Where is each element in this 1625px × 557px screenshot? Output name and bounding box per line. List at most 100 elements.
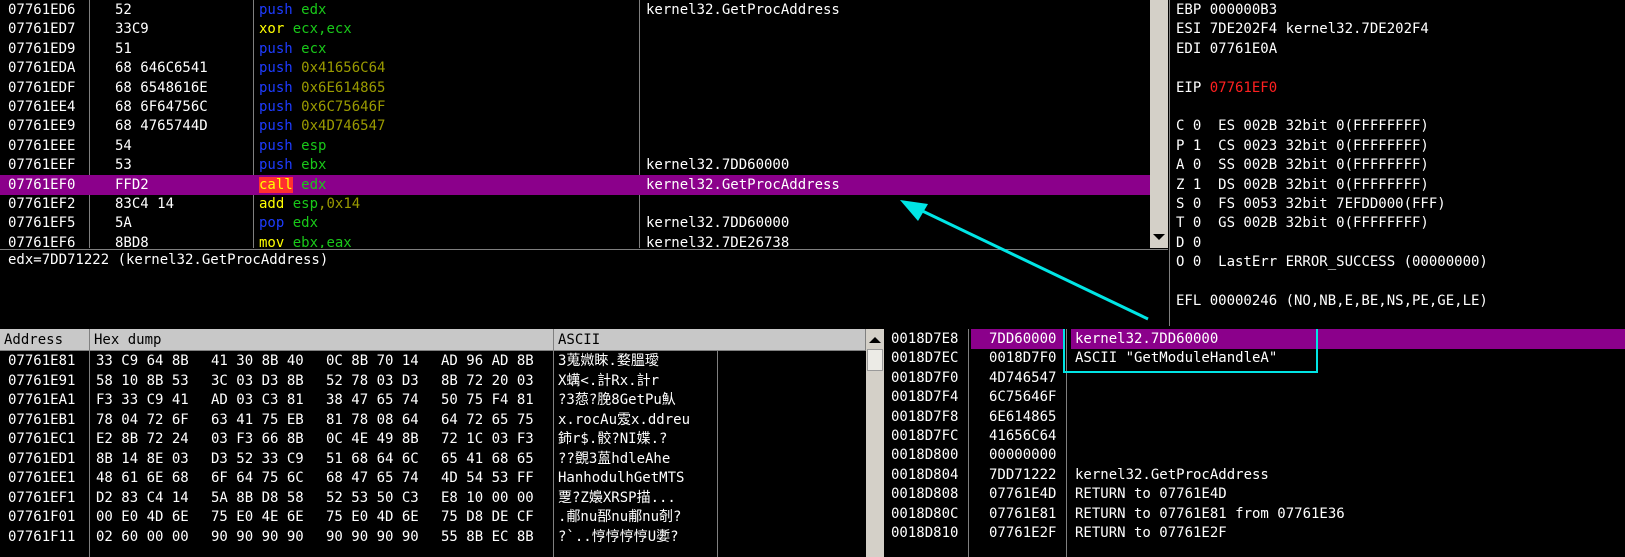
hex-group-4: 64 72 65 75: [441, 411, 534, 428]
table-row[interactable]: 07761E91 58 10 8B 53 3C 03 D3 8B 52 78 03 D…: [0, 371, 866, 391]
address-cell: 0018D808: [891, 486, 959, 503]
table-row[interactable]: 07761EF5 5A pop edx kernel32.7DD60000: [0, 213, 1150, 233]
address-cell: 0018D80C: [891, 505, 959, 522]
instruction-cell: push esp: [259, 136, 326, 156]
hex-cell: 68 4765744D: [115, 118, 208, 135]
address-cell: 07761EF0: [8, 176, 76, 193]
table-row[interactable]: 07761EF0 FFD2 call edx kernel32.GetProcAddr…: [0, 174, 1150, 195]
value-cell: 6C75646F: [989, 389, 1057, 406]
table-row[interactable]: 0018D808 07761E4D RETURN to 07761E4D: [885, 484, 1625, 504]
table-row[interactable]: 07761E81 33 C9 64 8B 41 30 8B 40 0C 8B 70 1…: [0, 351, 866, 371]
table-row[interactable]: 07761EB1 78 04 72 6F 63 41 75 EB 81 78 08 6…: [0, 410, 866, 430]
column-header-address[interactable]: Address: [0, 329, 90, 351]
table-row[interactable]: 0018D804 7DD71222 kernel32.GetProcAddress: [885, 465, 1625, 485]
disassembly-scrollbar[interactable]: [1150, 0, 1168, 248]
scroll-down-icon[interactable]: [1153, 234, 1165, 240]
register-line[interactable]: EBP 000000B3: [1176, 0, 1277, 20]
comment-cell: kernel32.GetProcAddress: [646, 2, 840, 18]
table-row[interactable]: 07761ED9 51 push ecx: [0, 39, 1150, 59]
table-row[interactable]: 0018D810 07761E2F RETURN to 07761E2F: [885, 523, 1625, 543]
table-row[interactable]: 0018D7F8 6E614865: [885, 407, 1625, 427]
address-cell: 07761E81: [8, 353, 76, 369]
table-row[interactable]: 07761EC1 E2 8B 72 24 03 F3 66 8B 0C 4E 49 8…: [0, 429, 866, 449]
hex-cell: 53: [115, 157, 132, 174]
register-line[interactable]: P 1 CS 0023 32bit 0(FFFFFFFF): [1176, 136, 1429, 156]
register-line[interactable]: C 0 ES 002B 32bit 0(FFFFFFFF): [1176, 116, 1429, 136]
stack-pane[interactable]: 0018D7E8 7DD60000 kernel32.7DD60000 0018D7E…: [885, 329, 1625, 557]
hex-group-4: 72 1C 03 F3: [441, 431, 534, 447]
register-line[interactable]: EFL 00000246 (NO,NB,E,BE,NS,PE,GE,LE): [1176, 291, 1488, 311]
dump-pane[interactable]: Address Hex dump ASCII 07761E81 33 C9 64 …: [0, 329, 866, 557]
instruction-cell: push ecx: [259, 39, 326, 59]
address-cell: 07761ED9: [8, 40, 76, 57]
column-header-ascii[interactable]: ASCII: [554, 329, 866, 351]
register-line[interactable]: D 0: [1176, 233, 1201, 253]
table-row[interactable]: 07761EDA 68 646C6541 push 0x41656C64: [0, 58, 1150, 78]
table-row[interactable]: 07761EF6 8BD8 mov ebx,eax kernel32.7DE26738: [0, 233, 1150, 248]
hex-group-1: 58 10 8B 53: [96, 372, 189, 389]
scroll-up-icon[interactable]: [869, 337, 881, 343]
hex-cell: FFD2: [115, 176, 149, 193]
address-cell: 07761EDF: [8, 79, 76, 96]
mnemonic: push: [259, 40, 293, 57]
operand: esp: [301, 137, 327, 154]
value-cell: 7DD60000: [971, 329, 1065, 349]
value-cell: 6E614865: [989, 408, 1057, 425]
hex-group-4: 55 8B EC 8B: [441, 528, 534, 545]
hex-group-2: 41 30 8B 40: [211, 353, 304, 369]
disassembly-pane[interactable]: 07761ED6 52 push edx kernel32.GetProcAddres…: [0, 0, 1150, 248]
table-row[interactable]: 0018D7F4 6C75646F: [885, 387, 1625, 407]
table-row[interactable]: 07761EEE 54 push esp: [0, 136, 1150, 156]
table-row[interactable]: 07761EE9 68 4765744D push 0x4D746547: [0, 116, 1150, 136]
value-cell: 00000000: [989, 447, 1057, 464]
hex-group-2: D3 52 33 C9: [211, 450, 304, 467]
comment-cell: kernel32.7DE26738: [646, 234, 790, 248]
ascii-cell: X蠇<.計Rx.計r: [558, 372, 660, 389]
value-cell: 41656C64: [989, 428, 1057, 444]
table-row[interactable]: 07761F01 00 E0 4D 6E 75 E0 4E 6E 75 E0 4D 6…: [0, 507, 866, 527]
table-row[interactable]: 0018D7FC 41656C64: [885, 426, 1625, 446]
table-row[interactable]: 07761ED1 8B 14 8E 03 D3 52 33 C9 51 68 64 6…: [0, 449, 866, 469]
register-line[interactable]: EDI 07761E0A: [1176, 39, 1277, 59]
ascii-cell: ??覴3蒕hdleAhe: [558, 450, 671, 467]
table-row[interactable]: 07761ED6 52 push edx kernel32.GetProcAddres…: [0, 0, 1150, 20]
register-line[interactable]: ESI 7DE202F4 kernel32.7DE202F4: [1176, 19, 1429, 39]
table-row[interactable]: 07761EEF 53 push ebx kernel32.7DD60000: [0, 155, 1150, 175]
address-cell: 07761ED6: [8, 2, 76, 18]
column-header-hex-dump[interactable]: Hex dump: [90, 329, 554, 351]
value-cell: 07761E4D: [989, 486, 1057, 503]
register-line[interactable]: Z 1 DS 002B 32bit 0(FFFFFFFF): [1176, 175, 1429, 195]
table-row[interactable]: 0018D800 00000000: [885, 445, 1625, 465]
table-row[interactable]: 07761EF2 83C4 14 add esp,0x14: [0, 194, 1150, 214]
register-line[interactable]: T 0 GS 002B 32bit 0(FFFFFFFF): [1176, 213, 1429, 233]
table-row[interactable]: 07761EE1 48 61 6E 68 6F 64 75 6C 68 47 65 7…: [0, 468, 866, 488]
table-row[interactable]: 0018D80C 07761E81 RETURN to 07761E81 from …: [885, 504, 1625, 524]
address-cell: 0018D7EC: [891, 350, 959, 367]
register-line[interactable]: S 0 FS 0053 32bit 7EFDD000(FFF): [1176, 194, 1446, 214]
table-row[interactable]: 07761EE4 68 6F64756C push 0x6C75646F: [0, 97, 1150, 117]
value-cell: 0018D7F0: [989, 350, 1057, 367]
instruction-cell: pop edx: [259, 213, 318, 233]
mnemonic: push: [259, 79, 293, 96]
registers-pane[interactable]: EBP 000000B3 ESI 7DE202F4 kernel32.7DE202…: [1169, 0, 1625, 326]
register-label: EIP: [1176, 79, 1210, 96]
mnemonic: push: [259, 60, 293, 77]
table-row[interactable]: 07761ED7 33C9 xor ecx,ecx: [0, 19, 1150, 39]
register-line[interactable]: O 0 LastErr ERROR_SUCCESS (00000000): [1176, 252, 1488, 272]
hex-group-2: 03 F3 66 8B: [211, 431, 304, 447]
register-line[interactable]: A 0 SS 002B 32bit 0(FFFFFFFF): [1176, 155, 1429, 175]
table-row[interactable]: 07761EA1 F3 33 C9 41 AD 03 C3 81 38 47 65 7…: [0, 390, 866, 410]
hex-cell: 68 6F64756C: [115, 99, 208, 115]
table-row[interactable]: 07761F11 02 60 00 00 90 90 90 90 90 90 90 9…: [0, 527, 866, 547]
hex-group-1: 78 04 72 6F: [96, 411, 189, 428]
table-row[interactable]: 07761EF1 D2 83 C4 14 5A 8B D8 58 52 53 50 C…: [0, 488, 866, 508]
hex-group-4: 8B 72 20 03: [441, 372, 534, 389]
scroll-thumb[interactable]: [867, 349, 883, 371]
hex-cell: 68 646C6541: [115, 60, 208, 77]
address-cell: 07761EEF: [8, 157, 76, 174]
instruction-cell: push edx: [259, 0, 326, 20]
register-eip[interactable]: EIP 07761EF0: [1176, 78, 1277, 98]
table-row[interactable]: 07761EDF 68 6548616E push 0x6E614865: [0, 78, 1150, 98]
dump-scrollbar[interactable]: [866, 329, 884, 557]
mnemonic: mov: [259, 234, 285, 248]
